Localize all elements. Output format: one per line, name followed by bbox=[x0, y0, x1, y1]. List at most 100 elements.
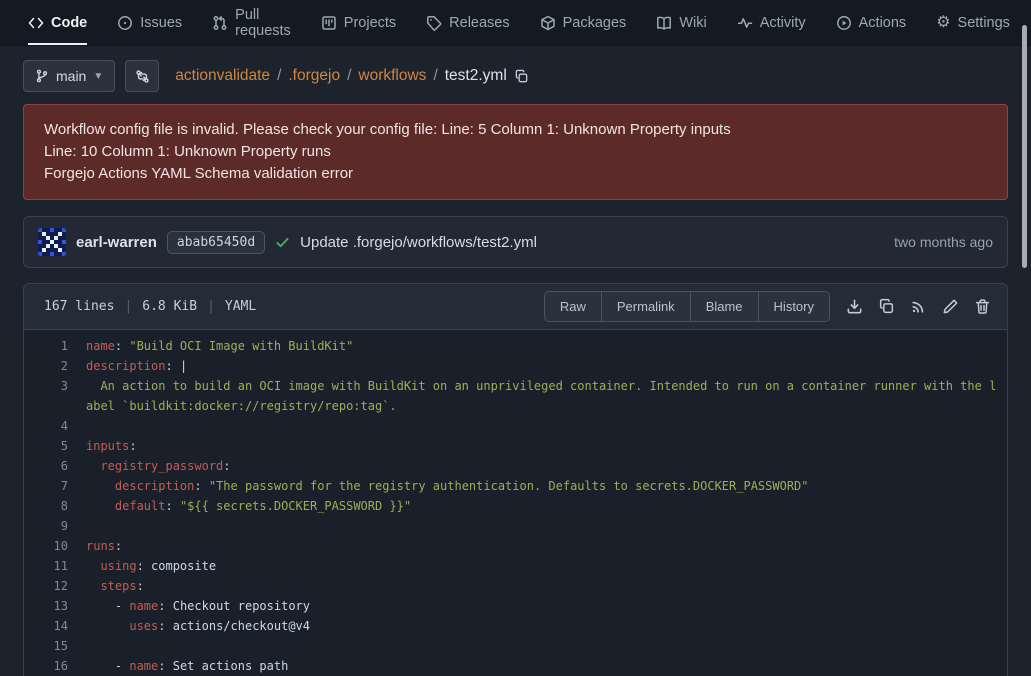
workflow-error-banner: Workflow config file is invalid. Please … bbox=[23, 104, 1008, 200]
history-button[interactable]: History bbox=[759, 292, 829, 321]
blame-button[interactable]: Blame bbox=[691, 292, 759, 321]
code-line: 7 description: "The password for the reg… bbox=[24, 476, 1007, 496]
permalink-button[interactable]: Permalink bbox=[602, 292, 691, 321]
breadcrumb-dir-link[interactable]: .forgejo bbox=[288, 67, 340, 85]
code-line-content: - name: Checkout repository bbox=[86, 596, 1007, 616]
tab-packages[interactable]: Packages bbox=[540, 0, 627, 45]
tab-wiki[interactable]: Wiki bbox=[656, 0, 706, 45]
code-line: 11 using: composite bbox=[24, 556, 1007, 576]
code-line-content: description: "The password for the regis… bbox=[86, 476, 1007, 496]
file-language: YAML bbox=[225, 299, 256, 314]
download-icon[interactable] bbox=[846, 298, 863, 315]
commit-author[interactable]: earl-warren bbox=[76, 234, 157, 251]
git-compare-icon bbox=[135, 69, 150, 84]
raw-button[interactable]: Raw bbox=[545, 292, 602, 321]
line-number[interactable]: 15 bbox=[24, 636, 86, 656]
meta-divider: | bbox=[124, 299, 132, 314]
code-line-content: runs: bbox=[86, 536, 1007, 556]
tab-settings[interactable]: ⚙ Settings bbox=[936, 0, 1010, 45]
line-number[interactable]: 3 bbox=[24, 376, 86, 416]
commit-sha-badge[interactable]: abab65450d bbox=[167, 231, 265, 254]
tab-label: Releases bbox=[449, 15, 509, 31]
code-line-content: inputs: bbox=[86, 436, 1007, 456]
file-meta: 167 lines | 6.8 KiB | YAML bbox=[36, 299, 256, 314]
gear-icon: ⚙ bbox=[936, 15, 950, 31]
breadcrumb: actionvalidate / .forgejo / workflows / … bbox=[175, 67, 529, 85]
file-view-button-group: Raw Permalink Blame History bbox=[544, 291, 830, 322]
play-circle-icon bbox=[836, 15, 852, 31]
tag-icon bbox=[426, 15, 442, 31]
line-number[interactable]: 1 bbox=[24, 336, 86, 356]
pull-request-icon bbox=[212, 15, 228, 31]
tab-code[interactable]: Code bbox=[28, 0, 87, 45]
line-number[interactable]: 12 bbox=[24, 576, 86, 596]
code-line: 1name: "Build OCI Image with BuildKit" bbox=[24, 336, 1007, 356]
code-line-content: steps: bbox=[86, 576, 1007, 596]
book-icon bbox=[656, 15, 672, 31]
code-line: 4 bbox=[24, 416, 1007, 436]
copy-path-icon[interactable] bbox=[514, 69, 529, 84]
avatar[interactable] bbox=[38, 228, 66, 256]
code-line: 12 steps: bbox=[24, 576, 1007, 596]
delete-icon[interactable] bbox=[974, 298, 991, 315]
latest-commit-bar: earl-warren abab65450d Update .forgejo/w… bbox=[23, 216, 1008, 268]
branch-selector-button[interactable]: main ▼ bbox=[23, 60, 115, 92]
branch-name: main bbox=[56, 68, 86, 84]
copy-icon[interactable] bbox=[878, 298, 895, 315]
file-view-panel: 167 lines | 6.8 KiB | YAML Raw Permalink… bbox=[23, 283, 1008, 676]
edit-icon[interactable] bbox=[942, 298, 959, 315]
code-line-content: name: "Build OCI Image with BuildKit" bbox=[86, 336, 1007, 356]
branch-icon bbox=[35, 69, 49, 83]
tab-pull-requests[interactable]: Pull requests bbox=[212, 0, 291, 45]
tab-activity[interactable]: Activity bbox=[737, 0, 806, 45]
breadcrumb-current-file: test2.yml bbox=[445, 67, 507, 85]
tab-label: Actions bbox=[859, 15, 907, 31]
line-number[interactable]: 8 bbox=[24, 496, 86, 516]
tab-releases[interactable]: Releases bbox=[426, 0, 509, 45]
code-line: 13 - name: Checkout repository bbox=[24, 596, 1007, 616]
rss-icon[interactable] bbox=[910, 298, 927, 315]
project-icon bbox=[321, 15, 337, 31]
line-number[interactable]: 10 bbox=[24, 536, 86, 556]
scrollbar-thumb[interactable] bbox=[1022, 25, 1027, 268]
check-icon[interactable] bbox=[275, 235, 290, 250]
chevron-down-icon: ▼ bbox=[93, 71, 103, 82]
code-line-content: using: composite bbox=[86, 556, 1007, 576]
tab-label: Packages bbox=[563, 15, 627, 31]
code-line-content: uses: actions/checkout@v4 bbox=[86, 616, 1007, 636]
line-number[interactable]: 2 bbox=[24, 356, 86, 376]
code-line: 5inputs: bbox=[24, 436, 1007, 456]
line-number[interactable]: 7 bbox=[24, 476, 86, 496]
line-number[interactable]: 13 bbox=[24, 596, 86, 616]
line-number[interactable]: 11 bbox=[24, 556, 86, 576]
line-number[interactable]: 4 bbox=[24, 416, 86, 436]
tab-label: Code bbox=[51, 15, 87, 31]
code-line: 15 bbox=[24, 636, 1007, 656]
tab-projects[interactable]: Projects bbox=[321, 0, 396, 45]
code-line-content bbox=[86, 416, 1007, 436]
file-actions bbox=[846, 298, 995, 315]
file-path-toolbar: main ▼ actionvalidate / .forgejo / workf… bbox=[23, 60, 1008, 92]
line-number[interactable]: 9 bbox=[24, 516, 86, 536]
breadcrumb-repo-link[interactable]: actionvalidate bbox=[175, 67, 270, 85]
code-line-content: An action to build an OCI image with Bui… bbox=[86, 376, 1007, 416]
pulse-icon bbox=[737, 15, 753, 31]
code-line-content bbox=[86, 636, 1007, 656]
file-size: 6.8 KiB bbox=[142, 299, 197, 314]
tab-actions[interactable]: Actions bbox=[836, 0, 907, 45]
tab-issues[interactable]: Issues bbox=[117, 0, 182, 45]
breadcrumb-dir-link[interactable]: workflows bbox=[358, 67, 426, 85]
code-line-content bbox=[86, 516, 1007, 536]
code-line: 14 uses: actions/checkout@v4 bbox=[24, 616, 1007, 636]
line-number[interactable]: 6 bbox=[24, 456, 86, 476]
breadcrumb-separator: / bbox=[433, 67, 437, 85]
code-line-content: description: | bbox=[86, 356, 1007, 376]
compare-branches-button[interactable] bbox=[125, 60, 159, 92]
line-number[interactable]: 16 bbox=[24, 656, 86, 676]
line-number[interactable]: 5 bbox=[24, 436, 86, 456]
line-number[interactable]: 14 bbox=[24, 616, 86, 636]
commit-message[interactable]: Update .forgejo/workflows/test2.yml bbox=[300, 234, 537, 251]
error-line: Line: 10 Column 1: Unknown Property runs bbox=[44, 141, 987, 162]
tab-label: Projects bbox=[344, 15, 396, 31]
code-lines: 1name: "Build OCI Image with BuildKit"2d… bbox=[24, 330, 1007, 676]
